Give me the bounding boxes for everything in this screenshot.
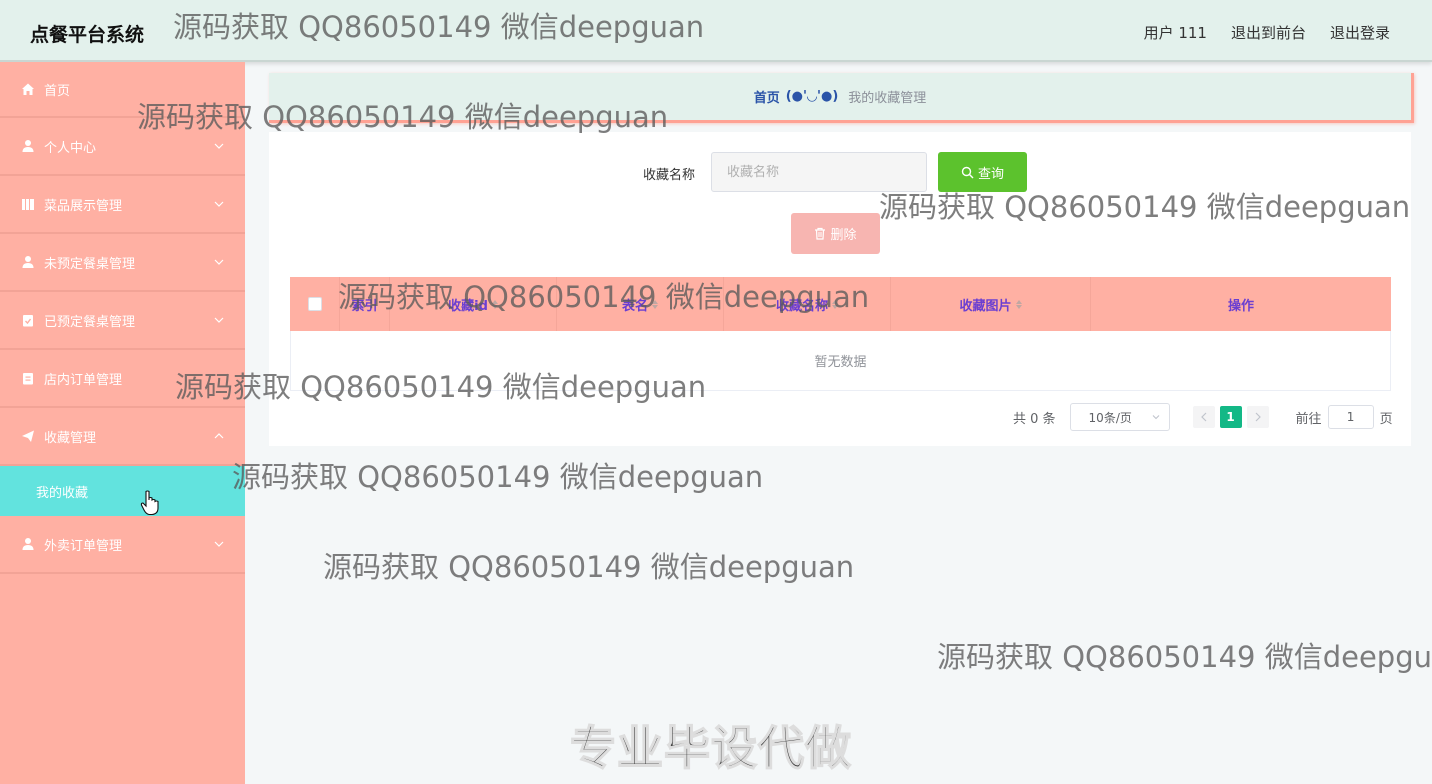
table-empty-row: 暂无数据 [290,331,1391,391]
main-panel: 收藏名称 查询 删除 索引 收藏id 表名 收藏名称 [269,132,1411,446]
chevron-left-icon [1200,412,1206,422]
column-header-table-name[interactable]: 表名 [557,277,724,331]
goto-label: 前往 [1295,411,1322,427]
paper-plane-icon [20,428,36,444]
sidebar-item-reserved-tables[interactable]: 已预定餐桌管理 [0,292,245,350]
clipboard-icon [20,370,36,386]
column-header-favorite-image[interactable]: 收藏图片 [891,277,1091,331]
page-number-current[interactable]: 1 [1219,406,1242,428]
sidebar-item-label: 店内订单管理 [44,372,123,388]
watermark-text: 源码获取 QQ86050149 微信deepguan [323,550,855,584]
sidebar-item-personal-center[interactable]: 个人中心 [0,118,245,176]
column-label: 操作 [1227,298,1254,314]
watermark-text: 源码获取 QQ86050149 微信deepgu [937,640,1432,674]
top-header: 点餐平台系统 用户 111 退出到前台 退出登录 [0,0,1432,62]
empty-text: 暂无数据 [814,355,867,370]
book-icon [20,196,36,212]
delete-button[interactable]: 删除 [791,213,880,254]
chevron-down-icon [214,143,224,149]
next-page-button[interactable] [1246,406,1269,428]
column-header-index: 索引 [340,277,390,331]
page-size-value: 10条/页 [1088,410,1132,425]
hand-cursor-icon [140,490,159,516]
chevron-up-icon [214,433,224,439]
clipboard-check-icon [20,312,36,328]
chevron-right-icon [1255,412,1261,422]
search-label: 收藏名称 [643,168,696,183]
user-icon [20,138,36,154]
breadcrumb-separator: (●'◡'●) [785,89,839,104]
goto-page: 前往 页 [1296,405,1393,429]
chevron-down-icon [1152,415,1159,420]
user-icon [20,254,36,270]
trash-icon [815,227,826,240]
goto-suffix: 页 [1379,411,1393,427]
query-button[interactable]: 查询 [938,152,1027,192]
goto-page-input[interactable] [1327,405,1374,429]
column-label: 收藏名称 [775,298,828,314]
sidebar-item-label: 收藏管理 [44,430,97,446]
query-button-label: 查询 [977,166,1004,182]
chevron-down-icon [214,317,224,323]
sidebar-item-takeout-orders[interactable]: 外卖订单管理 [0,516,245,574]
search-input[interactable] [711,152,927,192]
home-icon [20,81,36,97]
favorites-table: 索引 收藏id 表名 收藏名称 收藏图片 操作 暂无数据 [290,277,1391,391]
select-all-checkbox[interactable] [307,297,322,311]
search-icon [961,166,974,178]
sidebar-item-unreserved-tables[interactable]: 未预定餐桌管理 [0,234,245,292]
breadcrumb-current: 我的收藏管理 [848,91,927,106]
sidebar-item-label: 未预定餐桌管理 [44,256,136,272]
header-links: 用户 111 退出到前台 退出登录 [1144,22,1390,43]
column-header-actions: 操作 [1091,277,1391,331]
sidebar-item-label: 已预定餐桌管理 [44,314,136,330]
delete-button-label: 删除 [830,228,857,243]
current-user: 用户 111 [1143,24,1207,42]
column-label: 收藏id [448,298,488,314]
prev-page-button[interactable] [1192,406,1215,428]
chevron-down-icon [214,259,224,265]
breadcrumb: 首页 (●'◡'●) 我的收藏管理 [269,73,1414,123]
pagination: 共 0 条 10条/页 1 前往 页 [1013,403,1393,431]
chevron-down-icon [214,541,224,547]
sidebar-item-label: 菜品展示管理 [44,198,123,214]
sidebar-item-home[interactable]: 首页 [0,62,245,118]
logout-link[interactable]: 退出登录 [1330,22,1390,43]
sidebar-item-label: 个人中心 [44,140,97,156]
sidebar-item-in-store-orders[interactable]: 店内订单管理 [0,350,245,408]
column-label: 表名 [621,298,648,314]
page-size-select[interactable]: 10条/页 [1069,403,1170,431]
table-header: 索引 收藏id 表名 收藏名称 收藏图片 操作 [290,277,1391,331]
sort-icon[interactable] [491,299,498,309]
column-header-favorite-name[interactable]: 收藏名称 [724,277,891,331]
breadcrumb-home[interactable]: 首页 [754,87,780,106]
column-header-favorite-id[interactable]: 收藏id [390,277,557,331]
sidebar-item-dish-management[interactable]: 菜品展示管理 [0,176,245,234]
sidebar-item-favorites[interactable]: 收藏管理 [0,408,245,466]
user-icon [20,536,36,552]
select-all-cell [290,277,340,331]
sort-icon[interactable] [832,299,838,309]
sidebar-item-label: 外卖订单管理 [44,538,123,554]
back-to-front-link[interactable]: 退出到前台 [1231,22,1306,43]
sidebar-subitem-label: 我的收藏 [36,485,89,501]
sidebar-item-label: 首页 [44,83,71,99]
sort-icon[interactable] [1015,299,1022,309]
app-title: 点餐平台系统 [30,24,145,46]
chevron-down-icon [214,201,224,207]
sidebar: 首页 个人中心 菜品展示管理 未预定餐桌管理 已预定餐桌管理 店内订单管理 收藏… [0,62,245,784]
promo-banner-text: 专业毕设代做 [569,720,852,776]
column-label: 收藏图片 [959,298,1012,314]
sidebar-subitem-my-favorites[interactable]: 我的收藏 [0,466,245,516]
pagination-total: 共 0 条 [1013,411,1056,427]
column-label: 索引 [351,298,378,314]
sort-icon[interactable] [652,299,658,309]
watermark-text: 源码获取 QQ86050149 微信deepguan [232,460,764,494]
